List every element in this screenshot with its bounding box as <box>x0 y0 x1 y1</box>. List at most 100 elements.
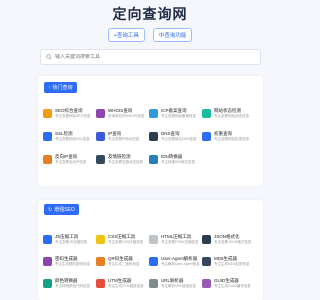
page: 定向查询网 +查询工具 中查询功能 ↑ 热门查询 SEO综合查询专注查看网站SE… <box>0 0 300 300</box>
tool-description: 专注查看IP地址信息 <box>108 137 140 141</box>
tool-card-text: IP查询 专注查看IP地址信息 <box>108 131 146 142</box>
tool-description: 专注生成随机密码信息 <box>55 262 90 266</box>
chart-icon <box>43 109 52 118</box>
section-seo: ↻ 增强SEO JS压缩工具 专注查看JS压缩信息 CSS压缩工具 专注查看CSS压缩… <box>38 200 263 300</box>
weight-icon <box>202 132 211 141</box>
tool-description: 专注生成UTM链接信息 <box>108 284 144 288</box>
shield-icon <box>149 109 158 118</box>
url-icon <box>149 279 158 288</box>
tool-description: 专注查看网站SEO信息 <box>55 114 91 118</box>
section-hot: ↑ 热门查询 SEO综合查询 专注查看网站SEO信息 WHOIS查询 查询域名的WHO… <box>38 76 263 186</box>
link-icon <box>96 155 105 164</box>
tool-grid: SEO综合查询 专注查看网站SEO信息 WHOIS查询 查询域名的WHOIS信息 ICP… <box>43 108 252 171</box>
tool-description: 专注解析User-Agent信息 <box>161 262 199 266</box>
tool-card[interactable]: 反向IP查询 专注查看反向IP信息 <box>43 154 93 171</box>
md5-icon <box>202 257 211 266</box>
guid-icon <box>202 279 211 288</box>
search-icon <box>46 54 52 60</box>
tool-card[interactable]: 网站状态检测 专注查看网站状态信息 <box>202 108 252 125</box>
section-seo-header[interactable]: ↻ 增强SEO <box>44 204 79 215</box>
tool-card-text: URL解析器 专注解析URL链接信息 <box>161 278 199 289</box>
header-links: +查询工具 中查询功能 <box>0 28 300 42</box>
tool-description: 专注查看域名DNS信息 <box>161 137 197 141</box>
palette-icon <box>43 279 52 288</box>
tool-card[interactable]: URL解析器 专注解析URL链接信息 <box>149 278 199 295</box>
tool-card[interactable]: 权重查询 专注查看网站权重信息 <box>202 131 252 148</box>
site-title: 定向查询网 <box>112 6 188 22</box>
tool-card[interactable]: 颜色转换器 专注转换颜色代码信息 <box>43 278 93 295</box>
utm-icon <box>96 279 105 288</box>
tool-card-text: ICP备案查询 专注查看网站备案信息 <box>161 108 199 119</box>
tool-card[interactable]: CSS压缩工具 专注查看CSS压缩信息 <box>96 234 146 251</box>
tool-card[interactable]: WHOIS查询 查询域名的WHOIS信息 <box>96 108 146 125</box>
tool-card-text: SEO综合查询 专注查看网站SEO信息 <box>55 108 93 119</box>
reverse-icon <box>43 155 52 164</box>
tool-card[interactable]: IP查询 专注查看IP地址信息 <box>96 131 146 148</box>
tool-card-text: HTML压缩工具 专注查看HTML压缩信息 <box>161 234 199 245</box>
tool-description: 专注查看HTML压缩信息 <box>161 240 199 244</box>
tool-card[interactable]: DNS查询 专注查看域名DNS信息 <box>149 131 199 148</box>
tool-description: 专注生成二维码信息 <box>108 262 140 266</box>
json-icon <box>202 235 211 244</box>
tool-card-text: 密码生成器 专注生成随机密码信息 <box>55 256 93 267</box>
tool-card[interactable]: JS压缩工具 专注查看JS压缩信息 <box>43 234 93 251</box>
tool-card-text: MD5生成器 专注生成MD5加密信息 <box>214 256 252 267</box>
tool-description: 查询域名的WHOIS信息 <box>108 114 145 118</box>
tool-card[interactable]: SEO综合查询 专注查看网站SEO信息 <box>43 108 93 125</box>
tool-card[interactable]: IDN转换器 专注转换IDN域名信息 <box>149 154 199 171</box>
tool-card[interactable]: 密码生成器 专注生成随机密码信息 <box>43 256 93 273</box>
convert-icon <box>149 155 158 164</box>
tool-description: 专注查看网站备案信息 <box>161 114 196 118</box>
tool-card[interactable]: GUID生成器 专注生成GUID编号信息 <box>202 278 252 295</box>
tool-card-text: JSON格式化 专注查看JSON格式信息 <box>214 234 252 245</box>
features-link[interactable]: 中查询功能 <box>152 28 193 42</box>
globe-icon <box>96 109 105 118</box>
section-title: 热门查询 <box>52 85 73 91</box>
html-icon <box>149 235 158 244</box>
search-bar[interactable] <box>40 49 261 65</box>
tool-description: 专注查看网站状态信息 <box>214 114 249 118</box>
tool-card-text: JS压缩工具 专注查看JS压缩信息 <box>55 234 93 245</box>
tool-description: 专注生成GUID编号信息 <box>214 284 251 288</box>
tool-description: 专注转换IDN域名信息 <box>161 160 196 164</box>
tool-card-text: IDN转换器 专注转换IDN域名信息 <box>161 154 199 165</box>
ip-icon <box>96 132 105 141</box>
tool-card[interactable]: HTML压缩工具 专注查看HTML压缩信息 <box>149 234 199 251</box>
tool-card[interactable]: JSON格式化 专注查看JSON格式信息 <box>202 234 252 251</box>
tool-grid: JS压缩工具 专注查看JS压缩信息 CSS压缩工具 专注查看CSS压缩信息 HTML压缩… <box>43 234 252 295</box>
tool-card-text: 网站状态检测 专注查看网站状态信息 <box>214 108 252 119</box>
js-icon <box>43 235 52 244</box>
tool-card-text: QR码生成器 专注生成二维码信息 <box>108 256 146 267</box>
refresh-icon: ↻ <box>48 206 53 213</box>
tool-card-text: 友情链检测 专注查看友链状态信息 <box>108 154 146 165</box>
tool-description: 专注查看JS压缩信息 <box>55 240 88 244</box>
tool-description: 专注查看反向IP信息 <box>55 160 87 164</box>
ua-icon <box>149 257 158 266</box>
tool-description: 专注生成MD5加密信息 <box>214 262 250 266</box>
tool-card-text: 权重查询 专注查看网站权重信息 <box>214 131 252 142</box>
tool-card-text: DNS查询 专注查看域名DNS信息 <box>161 131 199 142</box>
dns-icon <box>149 132 158 141</box>
tool-card[interactable]: UTM生成器 专注生成UTM链接信息 <box>96 278 146 295</box>
tools-link[interactable]: +查询工具 <box>107 28 145 42</box>
tool-description: 专注解析URL链接信息 <box>161 284 197 288</box>
tool-card[interactable]: User-Agent解析器 专注解析User-Agent信息 <box>149 256 199 273</box>
tool-description: 专注查看友链状态信息 <box>108 160 143 164</box>
tool-card[interactable]: SSL检测 专注查看网站SSL信息 <box>43 131 93 148</box>
section-hot-header[interactable]: ↑ 热门查询 <box>44 82 77 93</box>
qr-icon <box>96 257 105 266</box>
lock-icon <box>43 132 52 141</box>
tool-description: 专注查看网站权重信息 <box>214 137 249 141</box>
tool-card[interactable]: ICP备案查询 专注查看网站备案信息 <box>149 108 199 125</box>
search-input[interactable] <box>55 54 245 60</box>
tool-card[interactable]: MD5生成器 专注生成MD5加密信息 <box>202 256 252 273</box>
css-icon <box>96 235 105 244</box>
tool-card[interactable]: QR码生成器 专注生成二维码信息 <box>96 256 146 273</box>
section-title: 增强SEO <box>54 207 75 213</box>
tool-card-text: GUID生成器 专注生成GUID编号信息 <box>214 278 252 289</box>
tool-description: 专注查看网站SSL信息 <box>55 137 90 141</box>
tool-card-text: User-Agent解析器 专注解析User-Agent信息 <box>161 256 199 267</box>
tool-description: 专注查看JSON格式信息 <box>214 240 252 244</box>
tool-card[interactable]: 友情链检测 专注查看友链状态信息 <box>96 154 146 171</box>
tool-card-text: SSL检测 专注查看网站SSL信息 <box>55 131 93 142</box>
